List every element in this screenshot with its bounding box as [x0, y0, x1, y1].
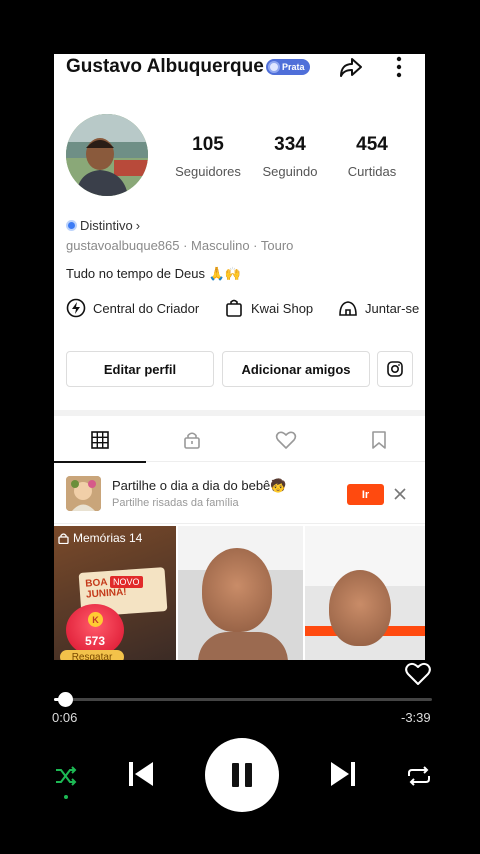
distintivo-label: Distintivo — [80, 218, 133, 233]
profile-top-bar: Gustavo Albuquerque Prata — [54, 54, 425, 80]
instagram-button[interactable] — [377, 351, 413, 387]
profile-username: Gustavo Albuquerque — [66, 56, 264, 77]
time-remaining: -3:39 — [401, 710, 431, 725]
shortcut-creator-center[interactable]: Central do Criador — [66, 298, 199, 318]
lock-icon — [184, 432, 200, 449]
add-friends-button[interactable]: Adicionar amigos — [222, 351, 370, 387]
followers-count: 105 — [192, 134, 224, 155]
shortcut-join[interactable]: Juntar-se — [338, 298, 419, 318]
video-tile[interactable] — [305, 526, 425, 660]
bookmark-icon — [372, 431, 386, 449]
promo-title: Partilhe o dia a dia do bebê🧒 — [112, 478, 287, 493]
likes-count: 454 — [356, 134, 388, 155]
shuffle-icon — [56, 766, 77, 786]
followers-stat[interactable]: 105 Seguidores — [168, 134, 248, 179]
coin-icon: K — [88, 612, 103, 627]
instagram-icon — [387, 361, 403, 377]
coin-value: 573 — [84, 634, 106, 648]
progress-thumb[interactable] — [58, 692, 73, 707]
shoulders — [198, 632, 288, 660]
baby-photo — [66, 476, 101, 511]
skip-forward-icon — [331, 762, 355, 786]
following-label: Seguindo — [262, 164, 318, 179]
likes-stat[interactable]: 454 Curtidas — [332, 134, 412, 179]
tab-underline — [54, 461, 146, 463]
tier-badge-icon — [268, 61, 280, 73]
section-divider — [54, 410, 425, 416]
repeat-icon — [408, 766, 430, 786]
heart-icon[interactable] — [404, 660, 432, 686]
pause-icon — [232, 763, 252, 787]
memories-label: Memórias 14 — [58, 531, 142, 545]
distintivo-icon — [66, 220, 77, 231]
lightning-icon — [66, 298, 86, 318]
grid-icon — [91, 431, 109, 449]
promo-go-button[interactable]: Ir — [347, 484, 384, 505]
close-icon[interactable] — [392, 486, 408, 502]
promo-subtitle: Partilhe risadas da família — [112, 497, 239, 509]
chevron-right-icon: › — [135, 218, 141, 233]
profile-bio: Tudo no tempo de Deus 🙏🙌 — [66, 266, 241, 281]
posts-grid: Memórias 14 BOA FESTA JUNINA! NOVO K 573… — [54, 526, 425, 660]
profile-card: Gustavo Albuquerque Prata 105 Seguidores… — [54, 54, 425, 660]
pause-button[interactable] — [205, 738, 279, 812]
more-options-icon[interactable] — [386, 54, 412, 80]
followers-label: Seguidores — [175, 164, 241, 179]
shuffle-active-dot — [64, 795, 68, 799]
tab-saved[interactable] — [333, 418, 425, 462]
memories-text: Memórias 14 — [73, 531, 143, 545]
shopping-bag-icon — [226, 299, 242, 317]
video-tile[interactable] — [178, 526, 303, 660]
shuffle-button[interactable] — [52, 762, 80, 790]
distintivo-link[interactable]: Distintivo › — [66, 218, 140, 233]
tier-badge[interactable]: Prata — [266, 59, 310, 75]
skip-back-icon — [129, 762, 153, 786]
time-elapsed: 0:06 — [52, 710, 78, 725]
face-thumbnail — [329, 570, 391, 646]
new-badge: NOVO — [110, 576, 143, 588]
avatar[interactable] — [66, 114, 148, 196]
avatar-photo — [66, 114, 148, 196]
tab-posts[interactable] — [54, 418, 146, 463]
following-count: 334 — [274, 134, 306, 155]
coin-reward[interactable]: K 573 — [66, 604, 124, 656]
tab-private[interactable] — [146, 418, 238, 462]
heart-outline-icon — [275, 431, 297, 449]
promo-banner[interactable]: Partilhe o dia a dia do bebê🧒 Partilhe r… — [54, 464, 425, 524]
redeem-button[interactable]: Resgatar — [60, 650, 124, 660]
memories-tile[interactable]: Memórias 14 BOA FESTA JUNINA! NOVO K 573… — [54, 526, 176, 660]
following-stat[interactable]: 334 Seguindo — [250, 134, 330, 179]
shortcut-kwai-shop[interactable]: Kwai Shop — [224, 298, 313, 318]
edit-profile-button[interactable]: Editar perfil — [66, 351, 214, 387]
shortcut-label: Kwai Shop — [251, 300, 314, 316]
promo-thumbnail — [66, 476, 101, 511]
tent-icon — [339, 301, 357, 316]
progress-track[interactable] — [54, 698, 432, 701]
lock-icon — [58, 533, 69, 544]
share-icon[interactable] — [338, 54, 364, 80]
likes-label: Curtidas — [347, 164, 397, 179]
tier-badge-label: Prata — [282, 62, 305, 72]
tab-liked[interactable] — [240, 418, 332, 462]
profile-meta: gustavoalbuque865 · Masculino · Touro — [66, 238, 294, 253]
repeat-button[interactable] — [405, 762, 433, 790]
previous-button[interactable] — [124, 756, 158, 792]
shortcut-label: Juntar-se — [365, 300, 420, 316]
profile-tabs — [54, 418, 425, 463]
shortcut-label: Central do Criador — [93, 300, 200, 316]
next-button[interactable] — [326, 756, 360, 792]
face-thumbnail — [202, 548, 272, 632]
